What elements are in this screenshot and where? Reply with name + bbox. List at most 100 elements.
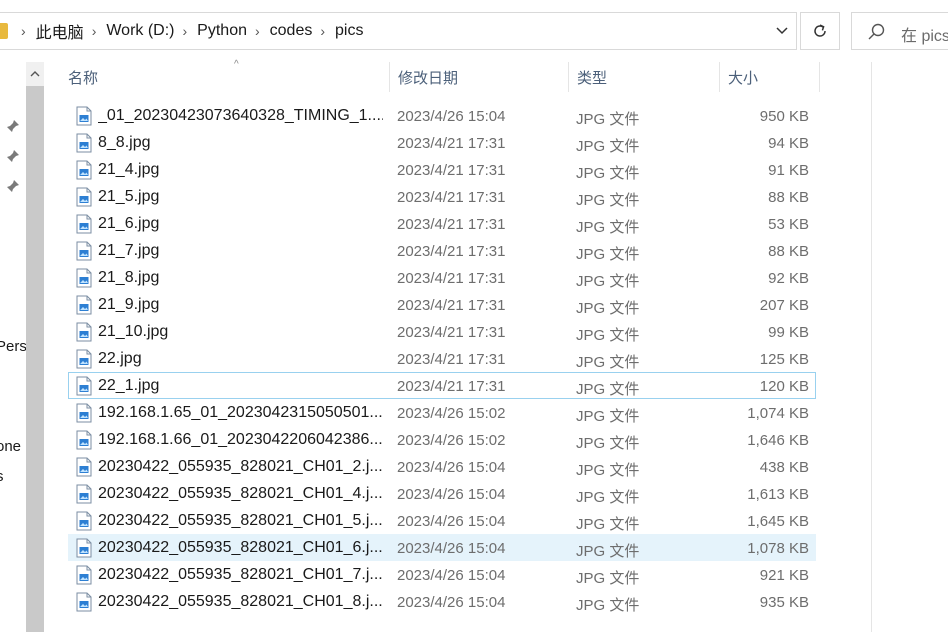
file-row[interactable]: 20230422_055935_828021_CH01_8.j... 2023/4…: [68, 588, 816, 615]
breadcrumb-item-codes[interactable]: codes: [270, 22, 313, 40]
file-row[interactable]: 192.168.1.65_01_2023042315050501... 2023/…: [68, 399, 816, 426]
file-row[interactable]: 20230422_055935_828021_CH01_6.j... 2023/4…: [68, 534, 816, 561]
search-box[interactable]: 在 pics: [851, 12, 948, 50]
jpg-file-icon: [75, 160, 93, 180]
pin-icon[interactable]: [6, 179, 20, 193]
file-type: JPG 文件: [576, 354, 640, 371]
column-header-modified[interactable]: 修改日期: [390, 62, 569, 92]
file-name: 20230422_055935_828021_CH01_7.j...: [98, 566, 383, 583]
file-size: 94 KB: [768, 135, 809, 152]
file-row[interactable]: 22.jpg 2023/4/21 17:31 JPG 文件 125 KB: [68, 345, 816, 372]
file-name: 22.jpg: [98, 350, 142, 367]
jpg-file-icon: [75, 241, 93, 261]
column-header-row: ^ 名称 修改日期 类型 大小: [46, 59, 871, 92]
jpg-file-icon: [75, 214, 93, 234]
nav-item-label[interactable]: Pers: [0, 338, 27, 355]
column-header-size[interactable]: 大小: [720, 62, 820, 92]
refresh-button[interactable]: [800, 12, 840, 50]
file-row[interactable]: 20230422_055935_828021_CH01_2.j... 2023/4…: [68, 453, 816, 480]
jpg-file-icon: [75, 511, 93, 531]
breadcrumb-item-pics[interactable]: pics: [335, 22, 363, 40]
file-name: 21_10.jpg: [98, 323, 169, 340]
file-size: 1,074 KB: [747, 405, 809, 422]
jpg-file-icon: [75, 376, 93, 396]
file-row[interactable]: 21_5.jpg 2023/4/21 17:31 JPG 文件 88 KB: [68, 183, 816, 210]
file-name: 20230422_055935_828021_CH01_2.j...: [98, 458, 383, 475]
file-row[interactable]: 21_9.jpg 2023/4/21 17:31 JPG 文件 207 KB: [68, 291, 816, 318]
address-history-dropdown[interactable]: [767, 13, 797, 49]
jpg-file-icon: [75, 322, 93, 342]
file-type: JPG 文件: [576, 516, 640, 533]
file-row[interactable]: 8_8.jpg 2023/4/21 17:31 JPG 文件 94 KB: [68, 129, 816, 156]
file-size: 1,078 KB: [747, 540, 809, 557]
file-name: 21_5.jpg: [98, 188, 160, 205]
file-type: JPG 文件: [576, 300, 640, 317]
chevron-right-icon[interactable]: ›: [92, 23, 97, 39]
file-modified-date: 2023/4/26 15:04: [397, 486, 506, 503]
file-modified-date: 2023/4/26 15:02: [397, 405, 506, 422]
file-modified-date: 2023/4/26 15:02: [397, 432, 506, 449]
address-toolbar: › 此电脑 › Work (D:) › Python › codes › pic…: [0, 0, 948, 62]
nav-item-label[interactable]: s: [0, 468, 4, 485]
file-row[interactable]: 21_8.jpg 2023/4/21 17:31 JPG 文件 92 KB: [68, 264, 816, 291]
address-bar[interactable]: › 此电脑 › Work (D:) › Python › codes › pic…: [0, 12, 797, 50]
file-size: 92 KB: [768, 270, 809, 287]
file-row[interactable]: 20230422_055935_828021_CH01_4.j... 2023/4…: [68, 480, 816, 507]
file-type: JPG 文件: [576, 138, 640, 155]
file-name: 192.168.1.65_01_2023042315050501...: [98, 404, 383, 421]
file-size: 88 KB: [768, 243, 809, 260]
nav-item-label[interactable]: one: [0, 438, 21, 455]
chevron-up-icon: [30, 70, 40, 76]
breadcrumb-item-this-pc[interactable]: 此电脑: [36, 19, 84, 43]
breadcrumb-item-work-drive[interactable]: Work (D:): [106, 22, 174, 40]
file-size: 53 KB: [768, 216, 809, 233]
file-size: 1,646 KB: [747, 432, 809, 449]
search-placeholder: 在 pics: [901, 28, 948, 45]
jpg-file-icon: [75, 538, 93, 558]
file-modified-date: 2023/4/21 17:31: [397, 243, 506, 260]
column-header-label: 大小: [728, 69, 759, 87]
file-type: JPG 文件: [576, 408, 640, 425]
file-row[interactable]: 21_7.jpg 2023/4/21 17:31 JPG 文件 88 KB: [68, 237, 816, 264]
file-modified-date: 2023/4/26 15:04: [397, 459, 506, 476]
file-size: 935 KB: [759, 594, 809, 611]
column-header-name[interactable]: ^ 名称: [60, 59, 390, 92]
file-row[interactable]: 21_4.jpg 2023/4/21 17:31 JPG 文件 91 KB: [68, 156, 816, 183]
jpg-file-icon: [75, 106, 93, 126]
file-name: 21_4.jpg: [98, 161, 160, 178]
file-row[interactable]: 20230422_055935_828021_CH01_7.j... 2023/4…: [68, 561, 816, 588]
file-name: 20230422_055935_828021_CH01_6.j...: [98, 539, 383, 556]
pin-icon[interactable]: [6, 119, 20, 133]
file-type: JPG 文件: [576, 543, 640, 560]
file-modified-date: 2023/4/21 17:31: [397, 162, 506, 179]
file-row[interactable]: _01_20230423073640328_TIMING_1.... 2023/4…: [68, 102, 816, 129]
file-name: 8_8.jpg: [98, 134, 151, 151]
nav-scrollbar-thumb[interactable]: [26, 86, 44, 632]
pin-icon[interactable]: [6, 149, 20, 163]
file-modified-date: 2023/4/21 17:31: [397, 378, 506, 395]
file-modified-date: 2023/4/21 17:31: [397, 297, 506, 314]
file-row[interactable]: 21_10.jpg 2023/4/21 17:31 JPG 文件 99 KB: [68, 318, 816, 345]
file-type: JPG 文件: [576, 570, 640, 587]
file-type: JPG 文件: [576, 462, 640, 479]
file-row[interactable]: 20230422_055935_828021_CH01_5.j... 2023/4…: [68, 507, 816, 534]
chevron-right-icon[interactable]: ›: [21, 23, 26, 39]
file-row[interactable]: 192.168.1.66_01_2023042206042386... 2023/…: [68, 426, 816, 453]
jpg-file-icon: [75, 457, 93, 477]
scroll-up-button[interactable]: [26, 62, 44, 84]
jpg-file-icon: [75, 484, 93, 504]
file-modified-date: 2023/4/26 15:04: [397, 540, 506, 557]
breadcrumb-item-python[interactable]: Python: [197, 22, 247, 40]
jpg-file-icon: [75, 268, 93, 288]
chevron-right-icon[interactable]: ›: [320, 23, 325, 39]
file-row[interactable]: 22_1.jpg 2023/4/21 17:31 JPG 文件 120 KB: [68, 372, 816, 399]
chevron-right-icon[interactable]: ›: [183, 23, 188, 39]
column-header-type[interactable]: 类型: [569, 62, 720, 92]
file-name: 21_8.jpg: [98, 269, 160, 286]
jpg-file-icon: [75, 430, 93, 450]
file-row[interactable]: 21_6.jpg 2023/4/21 17:31 JPG 文件 53 KB: [68, 210, 816, 237]
chevron-right-icon[interactable]: ›: [255, 23, 260, 39]
file-type: JPG 文件: [576, 192, 640, 209]
refresh-icon: [814, 24, 826, 37]
jpg-file-icon: [75, 403, 93, 423]
